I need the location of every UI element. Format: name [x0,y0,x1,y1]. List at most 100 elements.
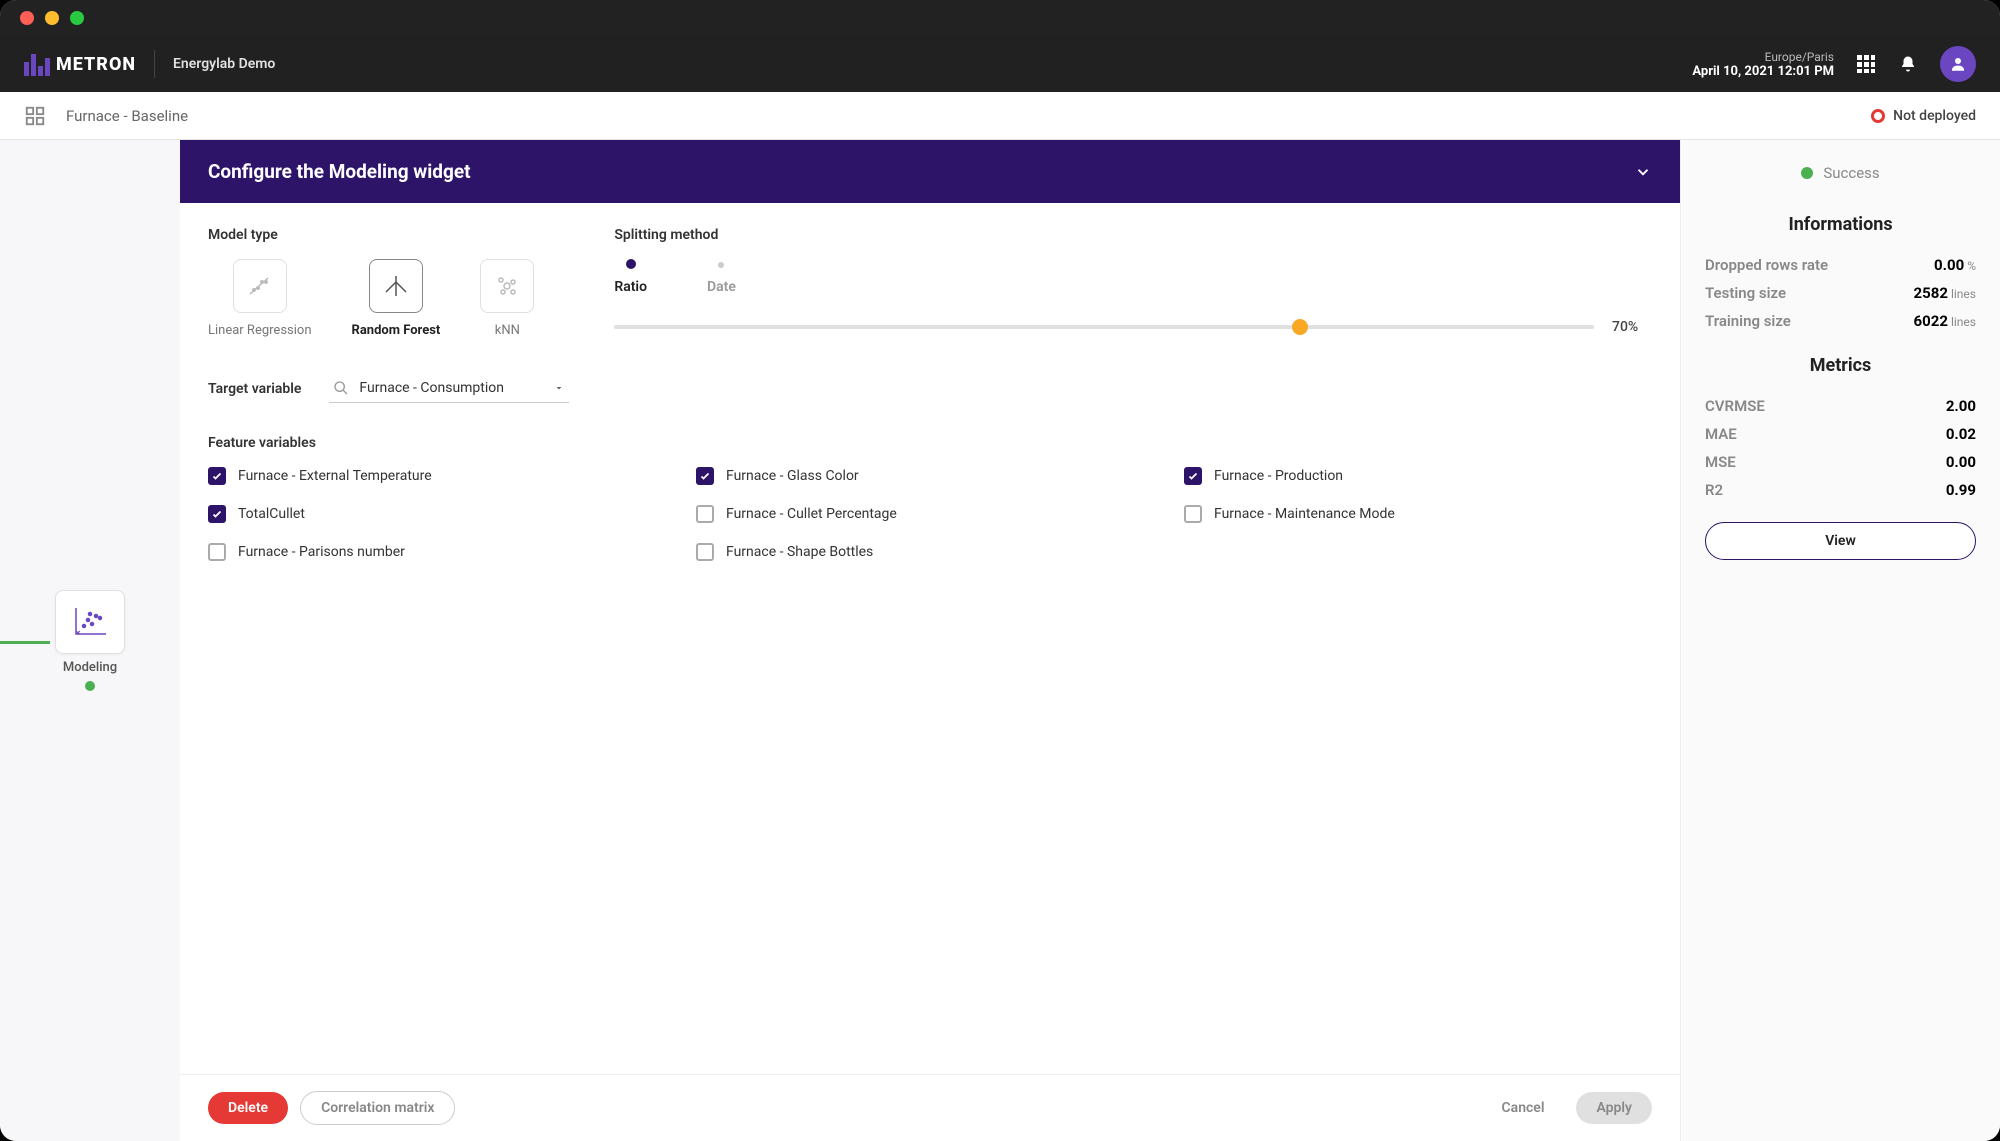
info-value: 6022lines [1914,312,1976,330]
metric-row: R2 0.99 [1705,476,1976,504]
checkbox[interactable] [696,467,714,485]
ratio-slider-thumb[interactable] [1292,319,1308,335]
target-variable-select[interactable]: Furnace - Consumption [329,374,569,403]
checkbox[interactable] [696,505,714,523]
view-button[interactable]: View [1705,522,1976,560]
footer-bar: Delete Correlation matrix Cancel Apply [180,1074,1680,1141]
checkbox[interactable] [1184,467,1202,485]
metric-label: MSE [1705,453,1736,471]
info-value: 2582lines [1914,284,1976,302]
checkbox[interactable] [1184,505,1202,523]
ratio-slider-value: 70% [1612,319,1652,335]
brand-text: METRON [56,54,136,75]
model-type-linear-regression[interactable]: Linear Regression [208,259,312,338]
scatter-chart-icon [70,604,110,640]
checkbox[interactable] [208,467,226,485]
knn-icon [493,272,521,300]
splitting-label: Splitting method [614,227,1652,243]
checkbox[interactable] [696,543,714,561]
feature-checkbox-item[interactable]: Furnace - Glass Color [696,467,1164,485]
info-value: 0.00% [1934,256,1976,274]
info-label: Dropped rows rate [1705,256,1828,274]
close-window-button[interactable] [20,11,34,25]
status-ring-icon [1871,109,1885,123]
metric-value: 0.99 [1946,481,1976,499]
target-variable-value: Furnace - Consumption [359,380,543,396]
linear-regression-icon [246,272,274,300]
model-type-label: Model type [208,227,534,243]
breadcrumb[interactable]: Furnace - Baseline [66,107,188,125]
feature-checkbox-item[interactable]: Furnace - Cullet Percentage [696,505,1164,523]
informations-title: Informations [1705,214,1976,235]
ratio-slider-track[interactable] [614,325,1594,329]
metric-row: MSE 0.00 [1705,448,1976,476]
datetime-display: Europe/Paris April 10, 2021 12:01 PM [1692,50,1834,79]
success-dot-icon [1801,167,1813,179]
deploy-status-text: Not deployed [1893,108,1976,124]
apps-grid-icon[interactable] [1856,54,1876,74]
feature-label: Furnace - External Temperature [238,468,432,484]
metric-value: 2.00 [1946,397,1976,415]
success-text: Success [1823,164,1879,182]
pipeline-rail: Modeling [0,140,180,1141]
feature-label: Furnace - Parisons number [238,544,405,560]
model-type-knn[interactable]: kNN [480,259,534,338]
bell-icon[interactable] [1898,54,1918,74]
top-nav: METRON Energylab Demo Europe/Paris April… [0,36,2000,92]
dashboard-icon[interactable] [24,105,46,127]
model-type-label-text: Linear Regression [208,323,312,338]
split-tab-ratio[interactable]: Ratio [614,259,647,295]
checkbox[interactable] [208,543,226,561]
search-icon [333,380,349,396]
deploy-status: Not deployed [1871,108,1976,124]
metric-row: CVRMSE2.00 [1705,392,1976,420]
brand-logo[interactable]: METRON [24,52,136,76]
config-title: Configure the Modeling widget [208,160,471,183]
delete-button[interactable]: Delete [208,1092,288,1124]
feature-label: Furnace - Shape Bottles [726,544,873,560]
target-variable-label: Target variable [208,381,301,397]
user-avatar[interactable] [1940,46,1976,82]
results-panel: Success Informations Dropped rows rate 0.… [1680,140,2000,1141]
metric-value: 0.00 [1946,453,1976,471]
metric-label: MAE [1705,425,1737,443]
metric-row: MAE 0.02 [1705,420,1976,448]
info-row: Training size6022lines [1705,307,1976,335]
random-forest-icon [382,272,410,300]
checkbox[interactable] [208,505,226,523]
maximize-window-button[interactable] [70,11,84,25]
feature-label: Furnace - Maintenance Mode [1214,506,1395,522]
feature-label: Furnace - Cullet Percentage [726,506,897,522]
features-label: Feature variables [208,435,1652,451]
feature-checkbox-item[interactable]: Furnace - Parisons number [208,543,676,561]
metric-value: 0.02 [1946,425,1976,443]
window-titlebar [0,0,2000,36]
nav-divider [154,50,155,78]
feature-checkbox-item[interactable]: Furnace - External Temperature [208,467,676,485]
feature-label: Furnace - Production [1214,468,1343,484]
model-type-random-forest[interactable]: Random Forest [352,259,441,338]
split-tab-date[interactable]: Date [707,259,736,295]
info-row: Dropped rows rate 0.00% [1705,251,1976,279]
project-name[interactable]: Energylab Demo [173,56,275,72]
correlation-matrix-button[interactable]: Correlation matrix [300,1091,455,1125]
config-header[interactable]: Configure the Modeling widget [180,140,1680,203]
feature-checkbox-item[interactable]: Furnace - Shape Bottles [696,543,1164,561]
timezone-text: Europe/Paris [1692,50,1834,64]
info-row: Testing size 2582lines [1705,279,1976,307]
logo-icon [24,52,50,76]
main-panel: Configure the Modeling widget Model type… [180,140,1680,1141]
status-success: Success [1705,164,1976,182]
cancel-button[interactable]: Cancel [1482,1092,1565,1124]
feature-checkbox-item[interactable]: Furnace - Maintenance Mode [1184,505,1652,523]
metric-label: R2 [1705,481,1723,499]
info-label: Testing size [1705,284,1786,302]
apply-button[interactable]: Apply [1576,1092,1652,1124]
feature-label: TotalCullet [238,506,305,522]
feature-label: Furnace - Glass Color [726,468,859,484]
pipeline-node-modeling[interactable]: Modeling [55,590,125,691]
feature-checkbox-item[interactable]: TotalCullet [208,505,676,523]
feature-checkbox-item[interactable]: Furnace - Production [1184,467,1652,485]
minimize-window-button[interactable] [45,11,59,25]
model-type-label-text: kNN [495,323,520,338]
